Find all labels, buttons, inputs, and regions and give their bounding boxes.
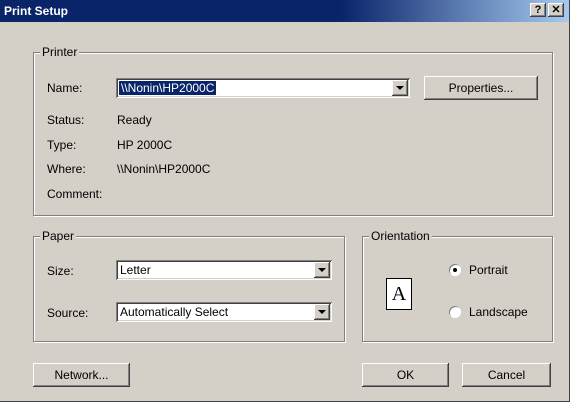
status-label: Status:: [47, 113, 85, 127]
radio-selected-dot: [453, 268, 457, 272]
type-value: HP 2000C: [117, 138, 173, 152]
title-bar[interactable]: Print Setup ? ✕: [0, 0, 569, 22]
orientation-group-label: Orientation: [369, 229, 432, 243]
type-label: Type:: [47, 138, 77, 152]
properties-button[interactable]: Properties...: [424, 76, 538, 100]
paper-group-label: Paper: [40, 229, 77, 243]
where-label: Where:: [47, 162, 86, 176]
size-label: Size:: [47, 264, 74, 278]
printer-name-combo[interactable]: \\Nonin\HP2000C: [116, 78, 410, 98]
network-button[interactable]: Network...: [33, 363, 130, 387]
ok-button[interactable]: OK: [362, 363, 449, 387]
chevron-down-icon[interactable]: [314, 262, 330, 278]
dialog-title: Print Setup: [4, 4, 69, 18]
cancel-button[interactable]: Cancel: [462, 363, 551, 387]
chevron-down-icon[interactable]: [314, 304, 330, 320]
paper-group: Paper: [33, 229, 345, 342]
paper-source-combo[interactable]: Automatically Select: [116, 302, 332, 322]
close-button[interactable]: ✕: [548, 3, 564, 17]
where-value: \\Nonin\HP2000C: [117, 162, 211, 176]
name-label: Name:: [47, 81, 83, 95]
comment-label: Comment:: [47, 187, 103, 201]
portrait-radio[interactable]: [449, 264, 461, 276]
landscape-label[interactable]: Landscape: [469, 305, 528, 319]
source-label: Source:: [47, 306, 89, 320]
portrait-page-icon: A: [386, 278, 412, 310]
status-value: Ready: [117, 113, 152, 127]
help-button[interactable]: ?: [530, 3, 546, 17]
portrait-label[interactable]: Portrait: [469, 263, 508, 277]
printer-name-value: \\Nonin\HP2000C: [117, 80, 218, 96]
paper-source-value: Automatically Select: [120, 305, 229, 319]
print-setup-dialog: Print Setup ? ✕ Printer Name: \\Nonin\HP…: [0, 0, 570, 402]
printer-group-label: Printer: [40, 45, 80, 59]
landscape-radio[interactable]: [449, 306, 461, 318]
chevron-down-icon[interactable]: [392, 80, 408, 96]
paper-size-value: Letter: [120, 263, 151, 277]
paper-size-combo[interactable]: Letter: [116, 260, 332, 280]
